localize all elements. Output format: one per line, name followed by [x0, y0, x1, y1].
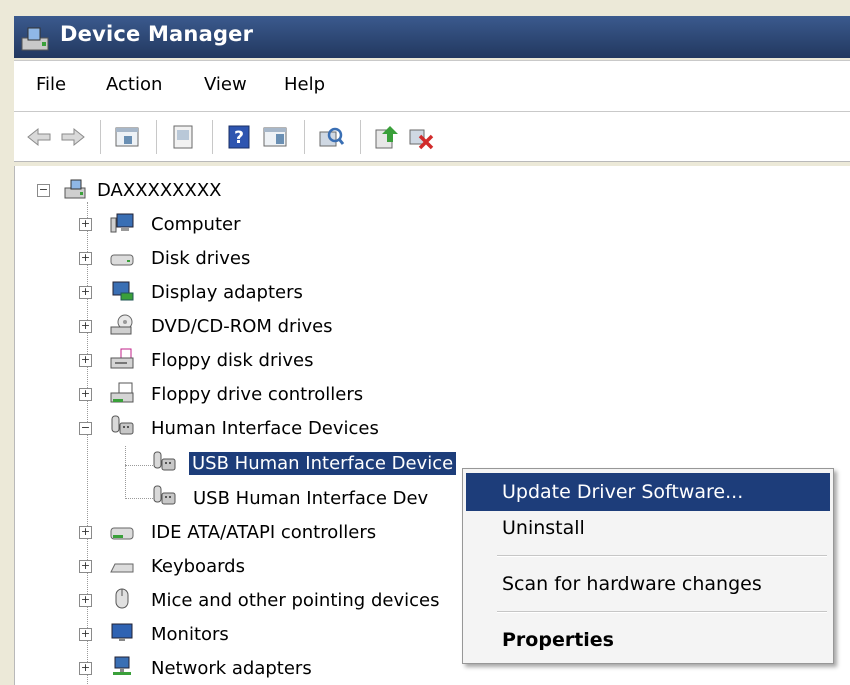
window-title: Device Manager — [60, 22, 254, 46]
tree-item-keyboards[interactable]: + Keyboards — [79, 552, 479, 582]
tree-item-dvd-cd-rom-drives[interactable]: + DVD/CD-ROM drives — [79, 312, 479, 342]
toolbar-separator — [212, 120, 213, 154]
expand-toggle[interactable]: + — [79, 286, 92, 299]
tree-item-label: Human Interface Devices — [151, 418, 379, 439]
expand-toggle[interactable]: + — [79, 320, 92, 333]
expand-toggle[interactable]: + — [79, 388, 92, 401]
floppy-controller-icon — [110, 382, 134, 403]
tree-item-label: Floppy disk drives — [151, 350, 314, 371]
expand-toggle[interactable]: + — [79, 662, 92, 675]
tree-root[interactable]: − DAXXXXXXXX — [37, 176, 337, 206]
toolbar: ? — [14, 112, 850, 162]
tree-item-disk-drives[interactable]: + Disk drives — [79, 244, 479, 274]
keyboard-icon — [110, 563, 134, 573]
tree-item-label: Computer — [151, 214, 241, 235]
action-pane-icon[interactable] — [260, 122, 290, 152]
uninstall-icon[interactable] — [406, 122, 436, 152]
computer-icon — [110, 213, 134, 233]
dvd-drive-icon — [110, 314, 133, 335]
uninstall-menu-item[interactable]: Uninstall — [466, 509, 830, 547]
expand-toggle[interactable]: + — [79, 354, 92, 367]
title-bar: Device Manager — [14, 16, 850, 58]
tree-item-label: Display adapters — [151, 282, 303, 303]
tree-item-monitors[interactable]: + Monitors — [79, 620, 479, 650]
help-icon[interactable]: ? — [224, 122, 254, 152]
menu-file[interactable]: File — [36, 74, 66, 95]
update-driver-icon[interactable] — [372, 122, 402, 152]
floppy-drive-icon — [110, 348, 134, 369]
tree-item-label: Monitors — [151, 624, 229, 645]
root-label: DAXXXXXXXX — [97, 180, 222, 201]
disk-drive-icon — [110, 254, 134, 266]
menu-bar: File Action View Help — [14, 60, 850, 112]
tree-item-display-adapters[interactable]: + Display adapters — [79, 278, 479, 308]
tree-connector — [125, 446, 126, 499]
menu-separator — [497, 611, 827, 613]
tree-item-label: USB Human Interface Device — [189, 452, 457, 475]
expand-toggle[interactable]: + — [79, 628, 92, 641]
device-manager-app-icon — [21, 27, 49, 51]
tree-item-label: Disk drives — [151, 248, 251, 269]
scan-for-hardware-changes-menu-item[interactable]: Scan for hardware changes — [466, 565, 830, 603]
usb-hid-icon — [153, 451, 176, 471]
expand-toggle[interactable]: + — [79, 594, 92, 607]
tree-item-floppy-disk-drives[interactable]: + Floppy disk drives — [79, 346, 479, 376]
expand-toggle[interactable]: + — [79, 218, 92, 231]
back-arrow-icon[interactable] — [24, 122, 54, 152]
tree-item-floppy-drive-controllers[interactable]: + Floppy drive controllers — [79, 380, 479, 410]
usb-hid-icon — [153, 485, 176, 505]
properties-sheet-icon[interactable] — [168, 122, 198, 152]
mouse-icon — [115, 588, 129, 609]
menu-help[interactable]: Help — [284, 74, 325, 95]
expand-toggle[interactable]: + — [79, 252, 92, 265]
collapse-toggle[interactable]: − — [79, 422, 92, 435]
scan-hardware-icon[interactable] — [316, 122, 346, 152]
tree-item-usb-hid[interactable]: USB Human Interface Dev — [151, 484, 471, 514]
network-adapter-icon — [113, 656, 131, 675]
toolbar-separator — [156, 120, 157, 154]
show-hide-console-tree-icon[interactable] — [112, 122, 142, 152]
display-adapter-icon — [112, 281, 134, 301]
collapse-toggle[interactable]: − — [37, 184, 50, 197]
tree-item-label: IDE ATA/ATAPI controllers — [151, 522, 377, 543]
ide-controller-icon — [110, 527, 134, 540]
device-manager-window: Device Manager File Action View Help ? −… — [0, 0, 850, 685]
tree-item-label: USB Human Interface Dev — [193, 488, 429, 509]
tree-item-label: DVD/CD-ROM drives — [151, 316, 333, 337]
menu-view[interactable]: View — [204, 74, 247, 95]
update-driver-software-menu-item[interactable]: Update Driver Software... — [466, 473, 830, 511]
tree-item-mice-and-other-pointing-devices[interactable]: + Mice and other pointing devices — [79, 586, 479, 616]
tree-item-label: Floppy drive controllers — [151, 384, 364, 405]
toolbar-separator — [100, 120, 101, 154]
tree-item-label: Network adapters — [151, 658, 312, 679]
toolbar-separator — [304, 120, 305, 154]
forward-arrow-icon[interactable] — [58, 122, 88, 152]
properties-menu-item[interactable]: Properties — [466, 621, 830, 659]
tree-item-label: Keyboards — [151, 556, 245, 577]
tree-item-label: Mice and other pointing devices — [151, 590, 440, 611]
computer-root-icon — [64, 179, 86, 199]
tree-item-computer[interactable]: + Computer — [79, 210, 479, 240]
context-menu: Update Driver Software... Uninstall Scan… — [462, 468, 834, 664]
expand-toggle[interactable]: + — [79, 560, 92, 573]
toolbar-separator — [360, 120, 361, 154]
expand-toggle[interactable]: + — [79, 526, 92, 539]
tree-item-human-interface-devices[interactable]: − Human Interface Devices — [79, 414, 479, 444]
hid-device-icon — [111, 415, 134, 435]
svg-text:?: ? — [234, 128, 244, 148]
monitor-icon — [111, 623, 133, 641]
menu-action[interactable]: Action — [106, 74, 162, 95]
tree-item-network-adapters[interactable]: + Network adapters — [79, 654, 479, 684]
menu-separator — [497, 555, 827, 557]
tree-item-ide-ata-atapi-controllers[interactable]: + IDE ATA/ATAPI controllers — [79, 518, 479, 548]
